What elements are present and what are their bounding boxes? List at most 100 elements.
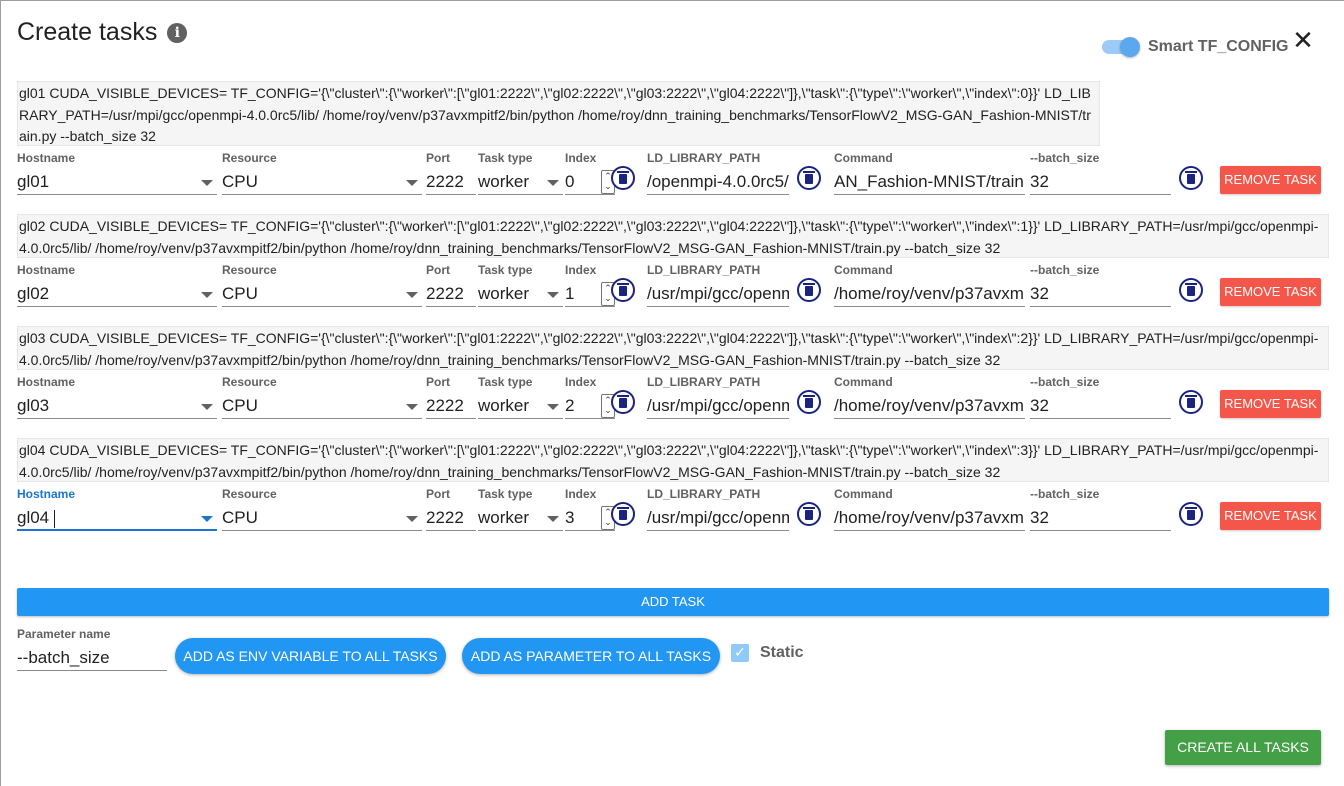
resource-value[interactable]: CPU [222,170,422,195]
port-input[interactable]: Port 2222 [426,375,476,419]
ld-library-path-input[interactable]: LD_LIBRARY_PATH /openmpi-4.0.0rc5/li [647,151,789,195]
index-stepper[interactable]: Index 3 ⌃ ⌄ [565,487,615,531]
delete-icon[interactable] [797,166,821,190]
delete-icon[interactable] [611,390,635,414]
hostname-select[interactable]: Hostname gl02 [17,263,217,307]
chevron-down-icon[interactable] [406,180,418,186]
task-type-select[interactable]: Task type worker [478,151,563,195]
delete-icon[interactable] [1179,166,1203,190]
command-input[interactable]: Command AN_Fashion-MNIST/train.p [834,151,1025,195]
resource-select[interactable]: Resource CPU [222,263,422,307]
ld-library-path-value[interactable]: /usr/mpi/gcc/openm [647,506,789,531]
command-input[interactable]: Command /home/roy/venv/p37avxmp [834,263,1025,307]
command-value[interactable]: /home/roy/venv/p37avxmp [834,282,1025,307]
chevron-down-icon[interactable] [547,404,559,410]
batch-size-value[interactable]: 32 [1030,170,1171,195]
create-all-tasks-button[interactable]: CREATE ALL TASKS [1165,730,1321,765]
ld-library-path-input[interactable]: LD_LIBRARY_PATH /usr/mpi/gcc/openm [647,375,789,419]
add-parameter-button[interactable]: ADD AS PARAMETER TO ALL TASKS [462,638,720,674]
chevron-down-icon[interactable] [201,516,213,522]
ld-library-path-value[interactable]: /usr/mpi/gcc/openm [647,394,789,419]
port-input[interactable]: Port 2222 [426,263,476,307]
resource-select[interactable]: Resource CPU [222,151,422,195]
index-stepper[interactable]: Index 2 ⌃ ⌄ [565,375,615,419]
add-env-variable-button[interactable]: ADD AS ENV VARIABLE TO ALL TASKS [175,638,446,674]
parameter-name-value[interactable]: --batch_size [17,647,167,671]
index-stepper[interactable]: Index 1 ⌃ ⌄ [565,263,615,307]
static-checkbox[interactable]: ✓ Static [731,644,804,662]
task-type-select[interactable]: Task type worker [478,375,563,419]
resource-value[interactable]: CPU [222,394,422,419]
remove-task-button[interactable]: REMOVE TASK [1220,502,1321,530]
batch-size-value[interactable]: 32 [1030,506,1171,531]
ld-library-path-value[interactable]: /openmpi-4.0.0rc5/li [647,170,789,195]
remove-task-button[interactable]: REMOVE TASK [1220,390,1321,418]
batch-size-input[interactable]: --batch_size 32 [1030,375,1171,419]
hostname-select[interactable]: Hostname gl03 [17,375,217,419]
ld-library-path-input[interactable]: LD_LIBRARY_PATH /usr/mpi/gcc/openm [647,487,789,531]
resource-value[interactable]: CPU [222,282,422,307]
chevron-down-icon[interactable] [547,180,559,186]
toggle-knob[interactable] [1120,37,1140,57]
port-value[interactable]: 2222 [426,506,476,531]
info-icon[interactable]: i [167,22,188,43]
add-task-button[interactable]: ADD TASK [17,588,1329,616]
toggle-track[interactable] [1102,37,1140,57]
port-input[interactable]: Port 2222 [426,487,476,531]
task-type-select[interactable]: Task type worker [478,263,563,307]
task-type-value[interactable]: worker [478,506,563,531]
chevron-down-icon[interactable] [201,180,213,186]
command-value[interactable]: AN_Fashion-MNIST/train.p [834,170,1025,195]
chevron-down-icon[interactable] [406,516,418,522]
chevron-down-icon[interactable] [406,292,418,298]
hostname-value[interactable]: gl04 [17,506,217,531]
ld-library-path-value[interactable]: /usr/mpi/gcc/openm [647,282,789,307]
task-type-value[interactable]: worker [478,394,563,419]
task-type-value[interactable]: worker [478,170,563,195]
delete-icon[interactable] [1179,278,1203,302]
batch-size-input[interactable]: --batch_size 32 [1030,151,1171,195]
chevron-down-icon[interactable] [201,404,213,410]
resource-select[interactable]: Resource CPU [222,375,422,419]
index-value[interactable]: 3 ⌃ ⌄ [565,506,615,531]
delete-icon[interactable] [797,502,821,526]
delete-icon[interactable] [797,278,821,302]
ld-library-path-input[interactable]: LD_LIBRARY_PATH /usr/mpi/gcc/openm [647,263,789,307]
chevron-down-icon[interactable] [406,404,418,410]
port-value[interactable]: 2222 [426,170,476,195]
hostname-select[interactable]: Hostname gl04 [17,487,217,531]
delete-icon[interactable] [611,278,635,302]
delete-icon[interactable] [1179,390,1203,414]
delete-icon[interactable] [611,166,635,190]
hostname-select[interactable]: Hostname gl01 [17,151,217,195]
chevron-down-icon[interactable] [201,292,213,298]
command-input[interactable]: Command /home/roy/venv/p37avxmp [834,375,1025,419]
task-type-select[interactable]: Task type worker [478,487,563,531]
chevron-down-icon[interactable] [547,292,559,298]
port-value[interactable]: 2222 [426,394,476,419]
hostname-value[interactable]: gl02 [17,282,217,307]
task-type-value[interactable]: worker [478,282,563,307]
delete-icon[interactable] [611,502,635,526]
command-value[interactable]: /home/roy/venv/p37avxmp [834,394,1025,419]
chevron-down-icon[interactable] [547,516,559,522]
index-value[interactable]: 0 ⌃ ⌄ [565,170,615,195]
close-icon[interactable]: ✕ [1290,28,1316,54]
command-input[interactable]: Command /home/roy/venv/p37avxmp [834,487,1025,531]
hostname-value[interactable]: gl03 [17,394,217,419]
batch-size-value[interactable]: 32 [1030,394,1171,419]
batch-size-input[interactable]: --batch_size 32 [1030,487,1171,531]
hostname-value[interactable]: gl01 [17,170,217,195]
checkbox-checked-icon[interactable]: ✓ [731,644,749,662]
remove-task-button[interactable]: REMOVE TASK [1220,166,1321,194]
index-value[interactable]: 2 ⌃ ⌄ [565,394,615,419]
index-value[interactable]: 1 ⌃ ⌄ [565,282,615,307]
remove-task-button[interactable]: REMOVE TASK [1220,278,1321,306]
delete-icon[interactable] [797,390,821,414]
delete-icon[interactable] [1179,502,1203,526]
resource-select[interactable]: Resource CPU [222,487,422,531]
smart-tf-config-toggle[interactable]: Smart TF_CONFIG [1102,37,1288,57]
port-value[interactable]: 2222 [426,282,476,307]
parameter-name-input[interactable]: Parameter name --batch_size [17,627,167,671]
resource-value[interactable]: CPU [222,506,422,531]
